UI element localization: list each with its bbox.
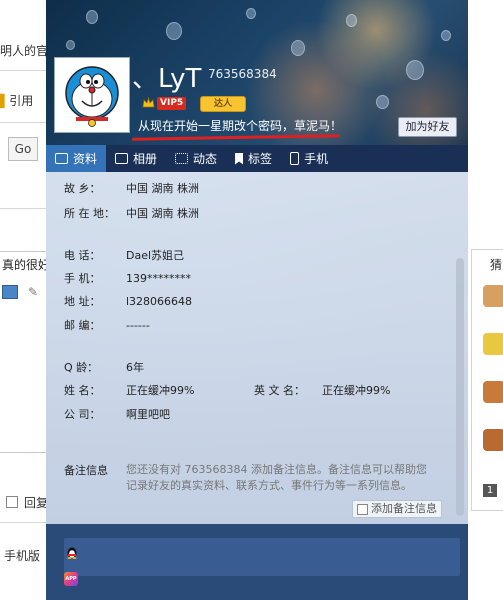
tab-album[interactable]: 相册 [106,145,166,172]
raindrop [246,8,256,19]
app-icon[interactable]: APP [64,572,78,586]
raindrop [291,40,305,56]
mobile-row: 手 机： 139******** [64,272,191,285]
reply-editor[interactable] [0,251,47,453]
hometown-row: 故 乡： 中国 湖南 株洲 [64,182,199,195]
postcode-row: 邮 编： ------ [64,319,150,332]
image-icon[interactable] [2,285,18,299]
tab-mobile[interactable]: 手机 [281,145,337,172]
company-row: 公 司： 啊里吧吧 [64,408,170,421]
attachment-icon[interactable]: ✎ [28,285,38,299]
profile-card-icon [55,153,68,164]
divider [0,522,46,523]
quote-link[interactable]: ▌引用 [0,92,33,109]
raindrop [346,14,357,27]
feed-grid-icon [175,153,189,164]
add-note-button[interactable]: 添加备注信息 [352,500,442,518]
profile-tabs: 资料 相册 动态 标签 手机 [46,145,468,172]
user-avatar[interactable] [54,57,130,133]
tab-feed[interactable]: 动态 [166,145,226,172]
tab-tags[interactable]: 标签 [226,145,281,172]
notes-text: 您还没有对 763568384 添加备注信息。备注信息可以帮助您记录好友的真实资… [126,463,427,492]
reply-checkbox[interactable] [6,496,18,508]
profile-details: 故 乡： 中国 湖南 株洲 所 在 地： 中国 湖南 株洲 电 话： Dael苏姐己 … [46,172,468,524]
background-page-right: 猜 1 [468,0,503,600]
avatar[interactable] [483,381,503,403]
qage-row: Q 龄： 6年 [64,361,144,374]
raindrop [86,10,98,24]
background-text-top: 明人的官 [0,44,46,58]
editor-preview-text: 真的很好 [2,258,51,272]
avatar[interactable] [483,429,503,451]
vip-badge[interactable]: VIP5 [142,97,187,110]
address-row: 地 址： l328066648 [64,295,193,308]
name-row: 姓 名： 正在缓冲99% [64,384,195,397]
avatar[interactable] [483,285,503,307]
english-name-row: 英 文 名： 正在缓冲99% [254,384,391,397]
raindrop [406,60,424,80]
mobile-version-link[interactable]: 手机版 [4,547,40,564]
profile-card: 、LyT 763568384 VIP5 达人 从现在开始一星期改个密码，草泥马！… [46,0,468,600]
note-edit-icon [357,504,368,515]
divider [0,70,46,71]
phone-row: 电 话： Dael苏姐己 [64,249,185,262]
photo-album-icon [115,153,129,164]
go-button[interactable]: Go [8,137,38,161]
signature: 从现在开始一星期改个密码，草泥马！ [138,119,343,133]
raindrop [376,95,389,109]
right-tab[interactable]: 猜 [490,256,502,273]
qq-number: 763568384 [208,67,277,81]
add-friend-button[interactable]: 加为好友 [398,117,457,137]
avatar[interactable] [483,333,503,355]
raindrop [441,30,451,41]
nickname: 、LyT [132,64,202,94]
quote-icon: ▌ [0,94,10,108]
daren-badge[interactable]: 达人 [200,96,246,112]
mobile-phone-icon [290,152,300,165]
reply-label: 回复 [24,496,49,510]
divider [0,122,46,123]
crown-icon [142,97,155,108]
raindrop [166,22,182,40]
divider [0,208,46,209]
background-page-left: 明人的官 ▌引用 Go 真的很好 ✎ 回复 手机版 [0,0,50,600]
notes-label: 备注信息 [64,464,108,477]
qq-penguin-icon[interactable] [66,546,78,559]
doraemon-avatar-icon [65,66,119,127]
raindrop [66,40,75,50]
location-row: 所 在 地： 中国 湖南 株洲 [64,207,199,220]
footer-bar [64,538,460,576]
bookmark-icon [235,152,244,165]
vip-level: VIP5 [157,97,187,110]
page-number[interactable]: 1 [483,484,497,497]
tab-profile[interactable]: 资料 [46,145,107,172]
scrollbar[interactable] [456,258,464,516]
